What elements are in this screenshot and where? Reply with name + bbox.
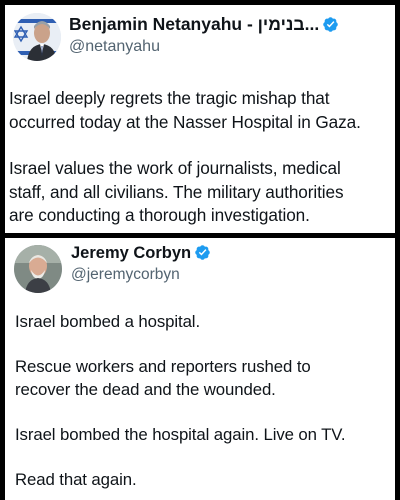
tweet-card-netanyahu[interactable]: Benjamin Netanyahu - בנימין... @netanyah… — [5, 5, 395, 233]
tweet-header: Benjamin Netanyahu - בנימין... @netanyah… — [5, 5, 395, 71]
verified-badge-icon — [195, 245, 210, 260]
tweet-header: Jeremy Corbyn @jeremycorbyn — [5, 238, 395, 304]
tweet-text: Israel deeply regrets the tragic mishap … — [9, 87, 389, 228]
tweet-paragraph: Israel bombed a hospital. — [15, 312, 201, 331]
tweet-paragraph: Israel values the work of journalists, m… — [9, 158, 344, 225]
handle[interactable]: @netanyahu — [69, 38, 160, 56]
tweet-paragraph: Israel deeply regrets the tragic mishap … — [9, 88, 361, 132]
tweet-text: Israel bombed a hospital. Rescue workers… — [15, 310, 389, 491]
display-name[interactable]: Benjamin Netanyahu - בנימין... — [69, 14, 339, 35]
tweet-paragraph: Israel bombed the hospital again. Live o… — [15, 425, 346, 444]
tweet-card-corbyn[interactable]: Jeremy Corbyn @jeremycorbyn Israel bombe… — [5, 238, 395, 500]
tweet-paragraph: Read that again. — [15, 470, 137, 489]
display-name[interactable]: Jeremy Corbyn — [71, 244, 211, 263]
verified-badge-icon — [323, 17, 338, 32]
avatar-image-icon — [14, 245, 62, 293]
handle[interactable]: @jeremycorbyn — [71, 266, 180, 284]
avatar-image-icon — [13, 13, 61, 61]
tweet-paragraph: Rescue workers and reporters rushed to r… — [15, 357, 311, 399]
display-name-text: Jeremy Corbyn — [71, 244, 192, 262]
display-name-text: Benjamin Netanyahu - בנימין... — [69, 14, 320, 34]
avatar[interactable] — [13, 13, 61, 61]
screenshot-frame: Benjamin Netanyahu - בנימין... @netanyah… — [0, 0, 400, 500]
avatar[interactable] — [14, 245, 62, 293]
